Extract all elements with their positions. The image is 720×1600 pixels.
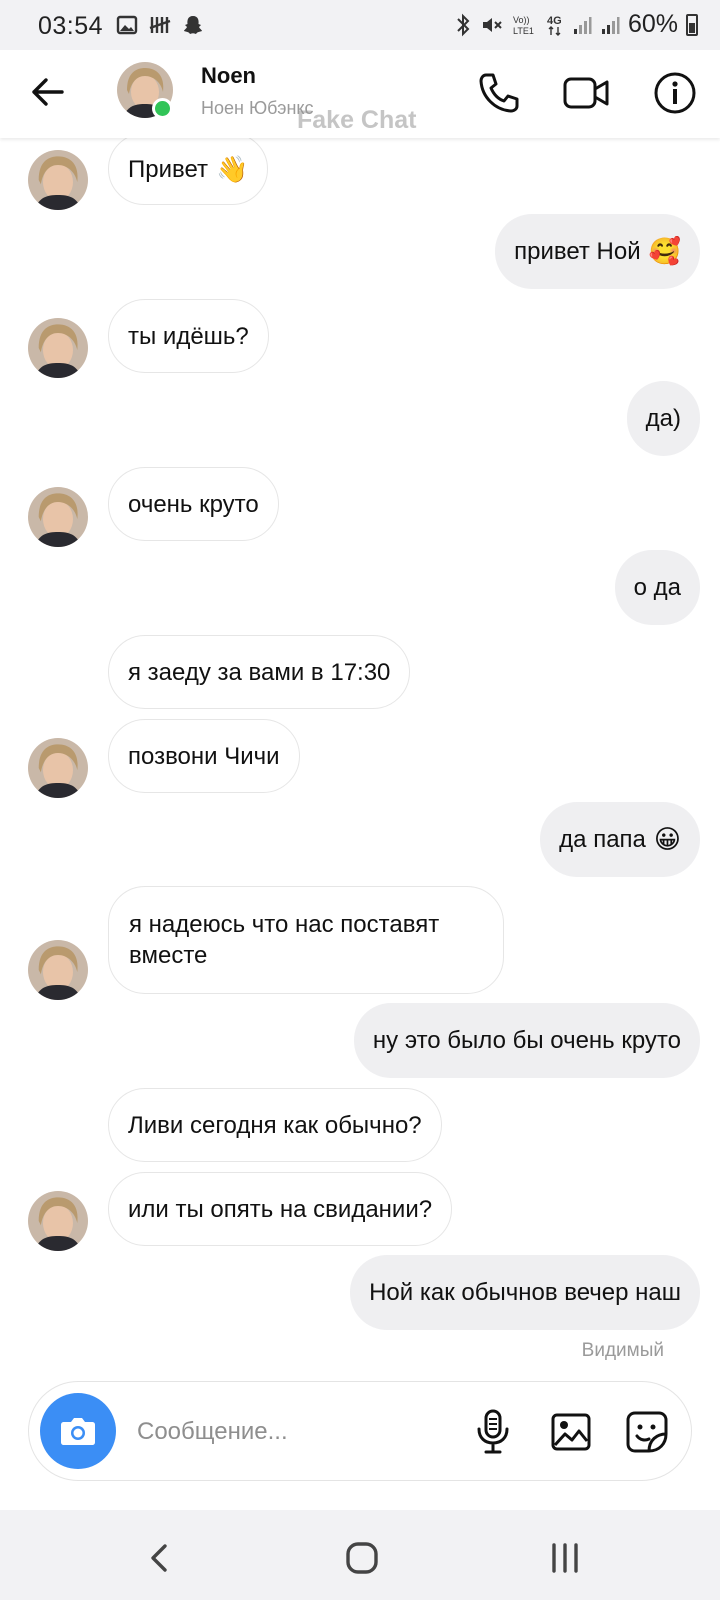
sender-avatar[interactable]	[28, 318, 88, 378]
message-text: позвони Чичи	[128, 742, 280, 770]
home-icon	[346, 1542, 378, 1574]
sticker-icon	[626, 1411, 668, 1453]
message-text: или ты опять на свидании?	[128, 1195, 433, 1223]
message-list[interactable]: Привет 👋 привет Ной 🥰 ты идёшь? да) очень …	[0, 0, 720, 1361]
message-input[interactable]	[137, 1412, 437, 1452]
message-text: ну это было бы очень круто	[372, 1027, 681, 1054]
message-bubble-incoming[interactable]: позвони Чичи	[108, 719, 300, 793]
message-bubble-incoming[interactable]: ты идёшь?	[108, 299, 269, 373]
message-bubble-incoming[interactable]: Привет 👋	[108, 133, 269, 205]
emoji: 🥰	[648, 236, 681, 266]
message-composer	[28, 1381, 692, 1481]
sender-avatar[interactable]	[28, 150, 88, 210]
arrow-left-icon	[32, 78, 64, 106]
system-navigation-bar	[0, 1510, 720, 1600]
message-bubble-outgoing[interactable]: о да	[614, 550, 700, 625]
contact-name[interactable]: Noen	[201, 63, 256, 89]
sender-avatar[interactable]	[28, 487, 88, 547]
message-text: я заеду за вами в 17:30	[128, 658, 391, 686]
message-bubble-incoming[interactable]: я надеюсь что нас поставят вместе	[108, 886, 504, 994]
message-bubble-outgoing[interactable]: ну это было бы очень круто	[353, 1003, 700, 1078]
message-bubble-outgoing[interactable]: да папа 😀	[540, 802, 700, 877]
sticker-button[interactable]	[623, 1408, 671, 1456]
nav-recent-apps-button[interactable]	[545, 1538, 585, 1578]
sender-avatar[interactable]	[28, 738, 88, 798]
message-text: я надеюсь что нас поставят вместе	[129, 911, 440, 969]
sender-avatar[interactable]	[28, 940, 88, 1000]
message-text: Ной как обычнов вечер наш	[369, 1279, 681, 1306]
online-status-dot	[152, 98, 173, 119]
info-icon	[654, 72, 696, 114]
message-bubble-incoming[interactable]: очень круто	[108, 467, 279, 541]
video-call-button[interactable]	[563, 70, 609, 116]
message-bubble-outgoing[interactable]: привет Ной 🥰	[495, 214, 700, 289]
image-icon	[551, 1413, 591, 1451]
camera-button[interactable]	[40, 1393, 116, 1469]
voice-call-button[interactable]	[476, 70, 522, 116]
emoji: 👋	[216, 153, 249, 184]
message-text: Привет	[128, 155, 209, 183]
message-bubble-incoming[interactable]: или ты опять на свидании?	[108, 1172, 453, 1246]
message-bubble-incoming[interactable]: я заеду за вами в 17:30	[108, 635, 411, 709]
message-text: очень круто	[128, 490, 259, 518]
message-text: Ливи сегодня как обычно?	[128, 1111, 422, 1139]
chevron-left-icon	[151, 1544, 167, 1572]
info-button[interactable]	[652, 70, 698, 116]
gallery-button[interactable]	[547, 1408, 595, 1456]
recent-apps-icon	[552, 1543, 578, 1573]
message-text: ты идёшь?	[128, 322, 249, 350]
camera-icon	[61, 1418, 95, 1445]
chat-header: Noen Ноен Юбэнкс Fake Chat	[0, 50, 720, 138]
message-bubble-incoming[interactable]: Ливи сегодня как обычно?	[108, 1088, 442, 1162]
message-text: о да	[633, 574, 681, 601]
seen-status: Видимый	[581, 1340, 664, 1361]
video-camera-icon	[563, 77, 609, 109]
nav-back-button[interactable]	[140, 1538, 180, 1578]
microphone-icon	[477, 1409, 509, 1454]
sender-avatar[interactable]	[28, 1191, 88, 1251]
emoji: 😀	[653, 824, 681, 854]
watermark: Fake Chat	[297, 106, 417, 134]
nav-home-button[interactable]	[342, 1538, 382, 1578]
message-text: да папа	[559, 826, 646, 853]
message-text: привет Ной	[514, 238, 641, 265]
message-bubble-outgoing[interactable]: да)	[626, 381, 700, 456]
message-text: да)	[645, 405, 681, 432]
back-button[interactable]	[28, 72, 68, 112]
voice-message-button[interactable]	[469, 1408, 517, 1456]
phone-icon	[479, 73, 519, 113]
message-bubble-outgoing[interactable]: Ной как обычнов вечер наш	[350, 1255, 700, 1330]
